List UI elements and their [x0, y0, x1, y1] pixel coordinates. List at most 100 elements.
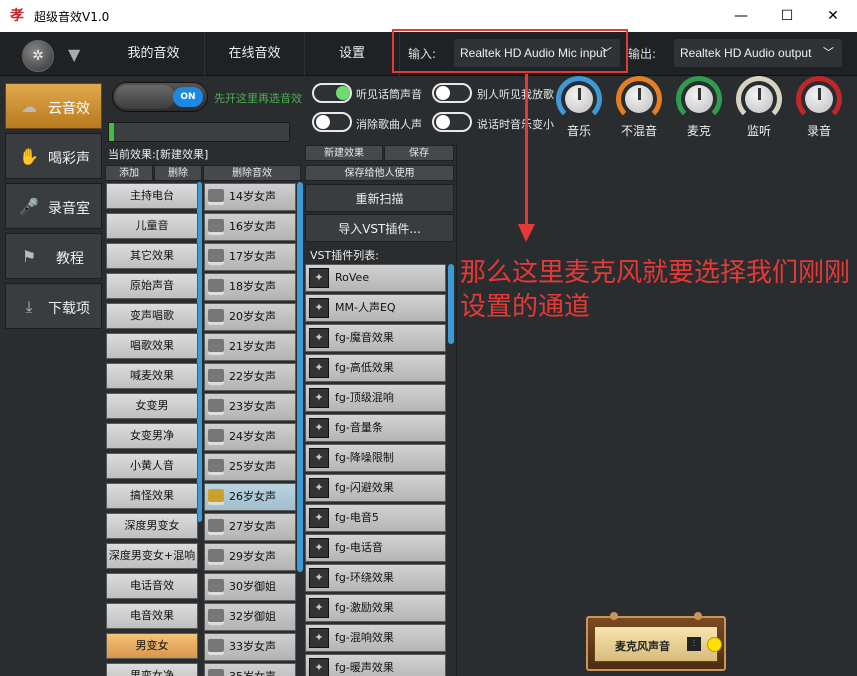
vst-plugin-item[interactable]: ✦ fg-闪避效果: [305, 474, 446, 502]
vst-plugin-label: fg-混响效果: [335, 631, 394, 644]
preset-label: 26岁女声: [229, 490, 276, 503]
preset-item[interactable]: 21岁女声: [204, 333, 296, 361]
sidebar-item-downloads[interactable]: ⤓ 下载项: [5, 283, 102, 329]
category-item[interactable]: 小黄人音: [106, 453, 198, 479]
preset-item[interactable]: 30岁御姐: [204, 573, 296, 601]
category-item[interactable]: 男变女: [106, 633, 198, 659]
volume-dial[interactable]: 麦克: [674, 76, 724, 138]
menu-arrow-icon[interactable]: ▼: [68, 45, 88, 65]
preset-item[interactable]: 25岁女声: [204, 453, 296, 481]
preset-item[interactable]: 23岁女声: [204, 393, 296, 421]
volume-dial[interactable]: 监听: [734, 76, 784, 138]
preset-label: 32岁御姐: [229, 610, 276, 623]
toggle-remove-vocals[interactable]: [312, 112, 352, 132]
vst-plugin-item[interactable]: ✦ fg-激励效果: [305, 594, 446, 622]
preset-item[interactable]: 27岁女声: [204, 513, 296, 541]
category-item[interactable]: 儿童音: [106, 213, 198, 239]
vst-plugin-item[interactable]: ✦ fg-降噪限制: [305, 444, 446, 472]
tab-settings[interactable]: 设置: [305, 32, 400, 76]
vst-scrollbar[interactable]: [448, 264, 454, 676]
toggle-others-hear-music[interactable]: [432, 83, 472, 103]
category-item[interactable]: 原始声音: [106, 273, 198, 299]
rescan-button[interactable]: 重新扫描: [305, 184, 454, 212]
preset-item[interactable]: 16岁女声: [204, 213, 296, 241]
vst-plugin-label: fg-电话音: [335, 541, 383, 554]
close-button[interactable]: ✕: [810, 0, 856, 32]
vst-plugin-item[interactable]: ✦ fg-暖声效果: [305, 654, 446, 676]
vst-plugin-item[interactable]: ✦ fg-魔音效果: [305, 324, 446, 352]
preset-item[interactable]: 22岁女声: [204, 363, 296, 391]
book-icon: [208, 369, 224, 385]
preset-item[interactable]: 32岁御姐: [204, 603, 296, 631]
vst-plugin-item[interactable]: ✦ fg-音量条: [305, 414, 446, 442]
minimize-button[interactable]: —: [718, 0, 764, 32]
volume-dial[interactable]: 不混音: [614, 76, 664, 138]
preset-item[interactable]: 18岁女声: [204, 273, 296, 301]
add-button[interactable]: 添加: [105, 165, 153, 181]
preset-label: 23岁女声: [229, 400, 276, 413]
scrollbar-thumb[interactable]: [448, 264, 454, 344]
save-share-button[interactable]: 保存给他人使用: [305, 165, 454, 181]
mic-volume-label: 麦克风声音: [615, 640, 670, 653]
main-power-toggle[interactable]: ON: [112, 82, 208, 112]
preset-item[interactable]: 33岁女声: [204, 633, 296, 661]
vst-plugin-item[interactable]: ✦ fg-混响效果: [305, 624, 446, 652]
import-vst-button[interactable]: 导入VST插件...: [305, 214, 454, 242]
preset-label: 25岁女声: [229, 460, 276, 473]
plugin-icon: ✦: [309, 388, 329, 408]
sidebar-item-studio[interactable]: 🎤 录音室: [5, 183, 102, 229]
screw-decoration: [610, 612, 618, 620]
mic-volume-widget[interactable]: 麦克风声音 ⫶: [586, 612, 726, 671]
category-item[interactable]: 主持电台: [106, 183, 198, 209]
preset-item[interactable]: 35岁女声: [204, 663, 296, 676]
preset-item[interactable]: 24岁女声: [204, 423, 296, 451]
vst-plugin-label: fg-魔音效果: [335, 331, 394, 344]
category-item[interactable]: 电话音效: [106, 573, 198, 599]
category-item[interactable]: 男变女净: [106, 663, 198, 676]
preset-item[interactable]: 26岁女声: [204, 483, 296, 511]
vst-plugin-item[interactable]: ✦ fg-电音5: [305, 504, 446, 532]
volume-dial[interactable]: 录音: [794, 76, 844, 138]
tab-my-effects[interactable]: 我的音效: [103, 32, 205, 76]
vst-plugin-item[interactable]: ✦ MM-人声EQ: [305, 294, 446, 322]
vst-plugin-item[interactable]: ✦ RoVee: [305, 264, 446, 292]
preset-item[interactable]: 20岁女声: [204, 303, 296, 331]
preset-label: 24岁女声: [229, 430, 276, 443]
preset-item[interactable]: 17岁女声: [204, 243, 296, 271]
scrollbar-thumb[interactable]: [297, 182, 303, 572]
preset-item[interactable]: 29岁女声: [204, 543, 296, 571]
category-item[interactable]: 深度男变女: [106, 513, 198, 539]
sidebar-item-cloud-effects[interactable]: ☁ 云音效: [5, 83, 102, 129]
toggle-hear-mic[interactable]: [312, 83, 352, 103]
vst-plugin-item[interactable]: ✦ fg-高低效果: [305, 354, 446, 382]
toggle-duck-music[interactable]: [432, 112, 472, 132]
vst-plugin-item[interactable]: ✦ fg-环绕效果: [305, 564, 446, 592]
category-item[interactable]: 喊麦效果: [106, 363, 198, 389]
category-item[interactable]: 唱歌效果: [106, 333, 198, 359]
category-item[interactable]: 变声唱歌: [106, 303, 198, 329]
save-button[interactable]: 保存: [384, 145, 454, 161]
volume-dial[interactable]: 音乐: [554, 76, 604, 138]
category-item[interactable]: 女变男净: [106, 423, 198, 449]
mixer-icon[interactable]: ⫶: [687, 637, 701, 651]
tab-online-effects[interactable]: 在线音效: [205, 32, 305, 76]
preset-label: 16岁女声: [229, 220, 276, 233]
category-item[interactable]: 电音效果: [106, 603, 198, 629]
preset-scrollbar[interactable]: [297, 182, 303, 676]
output-label: 输出:: [628, 47, 657, 61]
category-item[interactable]: 女变男: [106, 393, 198, 419]
vst-plugin-item[interactable]: ✦ fg-顶级混响: [305, 384, 446, 412]
category-item[interactable]: 深度男变女+混响: [106, 543, 198, 569]
category-item[interactable]: 其它效果: [106, 243, 198, 269]
sidebar-item-cheers[interactable]: ✋ 喝彩声: [5, 133, 102, 179]
delete-button[interactable]: 删除: [154, 165, 202, 181]
skin-icon[interactable]: ✲: [22, 40, 54, 72]
vst-plugin-item[interactable]: ✦ fg-电话音: [305, 534, 446, 562]
category-item[interactable]: 搞怪效果: [106, 483, 198, 509]
maximize-button[interactable]: ☐: [764, 0, 810, 32]
new-effect-button[interactable]: 新建效果: [305, 145, 383, 161]
sidebar-item-tutorial[interactable]: ⚑ 教程: [5, 233, 102, 279]
preset-item[interactable]: 14岁女声: [204, 183, 296, 211]
delete-sound-button[interactable]: 删除音效: [203, 165, 301, 181]
output-device-select[interactable]: Realtek HD Audio output ﹀: [674, 39, 842, 67]
